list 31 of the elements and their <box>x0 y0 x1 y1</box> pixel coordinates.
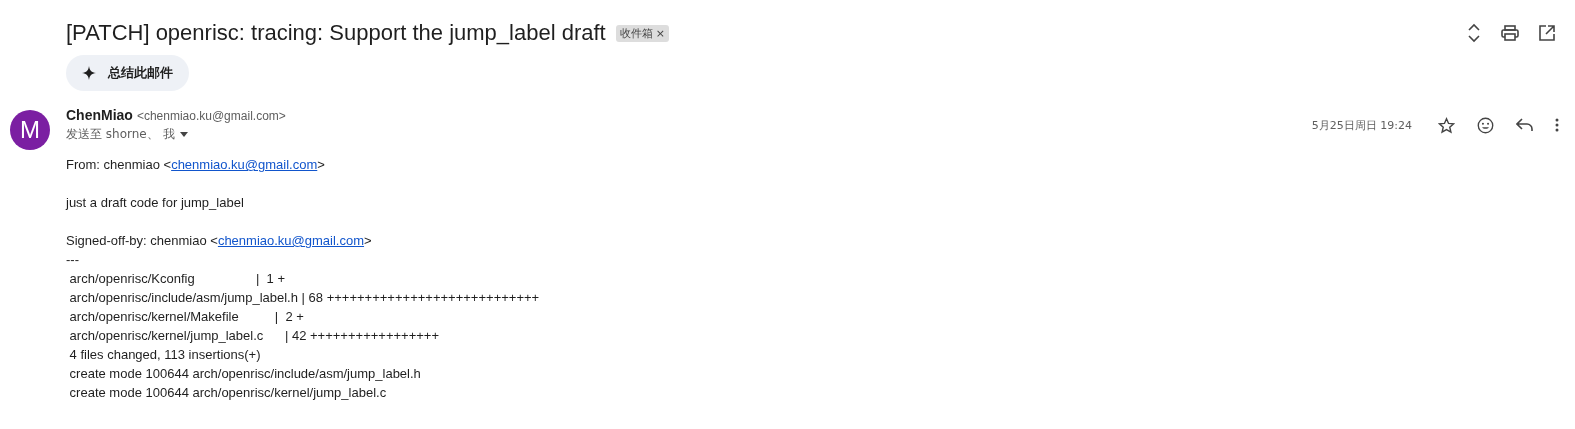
body-text-line: arch/openrisc/include/asm/jump_label.h | 68 ++++++++++++++++++++++++++++ <box>68 289 541 307</box>
body-text-line: Signed-off-by: chenmiao <chenmiao.ku@gmail.com> <box>66 232 373 250</box>
sender-address: <chenmiao.ku@gmail.com> <box>136 109 286 123</box>
caret-icon[interactable] <box>179 132 188 137</box>
open-in-new-window-icon[interactable] <box>1539 25 1555 41</box>
summarize-email-button[interactable]: 总结此邮件 <box>66 55 189 91</box>
reply-icon[interactable] <box>1516 118 1533 132</box>
body-text-line: create mode 100644 arch/openrisc/kernel/jump_label.c <box>68 384 388 402</box>
email-subject: [PATCH] openrisc: tracing: Support the jump_label draft <box>66 20 606 46</box>
message-date: 5月25日周日 19:24 <box>1311 117 1412 133</box>
sparkle-icon <box>82 66 96 80</box>
expand-collapse-icon[interactable] <box>1467 23 1481 43</box>
recipients-text: 发送至 shorne、 我 <box>66 126 175 143</box>
more-options-icon[interactable] <box>1555 118 1559 132</box>
body-text-line: From: chenmiao <chenmiao.ku@gmail.com> <box>66 156 326 174</box>
remove-label-button[interactable]: × <box>655 26 665 40</box>
body-text-line: arch/openrisc/kernel/Makefile | 2 + <box>68 308 305 326</box>
body-text-line: --- <box>66 251 80 269</box>
star-icon[interactable] <box>1438 116 1455 134</box>
print-icon[interactable] <box>1501 25 1519 41</box>
sender-name: ChenMiao <box>66 107 133 123</box>
body-text-line: arch/openrisc/Kconfig | 1 + <box>68 270 287 288</box>
body-text-line: arch/openrisc/kernel/jump_label.c | 42 +++++++++++++++++ <box>68 327 441 345</box>
body-text-line: create mode 100644 arch/openrisc/include/asm/jump_label.h <box>68 365 422 383</box>
email-link[interactable]: chenmiao.ku@gmail.com <box>217 233 365 248</box>
sender-avatar: M <box>10 110 50 150</box>
label-text: 收件箱 <box>619 25 653 41</box>
body-text-line: just a draft code for jump_label <box>66 194 245 212</box>
email-link[interactable]: chenmiao.ku@gmail.com <box>171 157 318 172</box>
emoji-icon[interactable] <box>1477 116 1494 134</box>
body-text-line: 4 files changed, 113 insertions(+) <box>68 346 262 364</box>
